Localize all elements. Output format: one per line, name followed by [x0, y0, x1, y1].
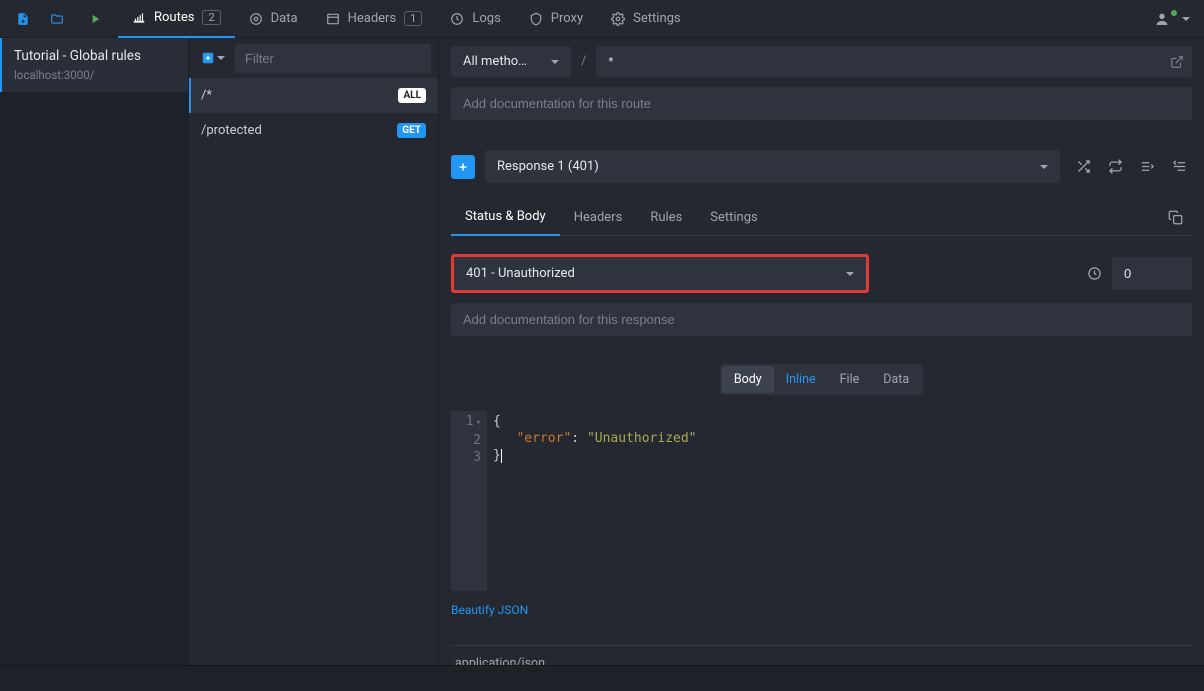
status-dot [1171, 10, 1177, 16]
subtab-settings[interactable]: Settings [696, 200, 771, 235]
add-route-button[interactable] [197, 49, 229, 67]
beautify-json-link[interactable]: Beautify JSON [451, 603, 1192, 617]
chevron-down-icon [1040, 165, 1048, 169]
tab-settings-label: Settings [633, 11, 680, 26]
play-icon[interactable] [80, 4, 110, 34]
route-doc-input[interactable] [451, 87, 1192, 120]
env-title: Tutorial - Global rules [14, 48, 174, 64]
routes-icon [132, 11, 146, 25]
tab-headers-badge: 1 [404, 11, 422, 26]
route-path: /protected [201, 123, 262, 138]
response-select[interactable]: Response 1 (401) [485, 150, 1060, 183]
external-link-icon[interactable] [1170, 55, 1184, 69]
open-folder-icon[interactable] [42, 4, 72, 34]
fallback-icon[interactable] [1166, 154, 1192, 180]
tab-proxy[interactable]: Proxy [515, 0, 597, 38]
status-value: 401 - Unauthorized [466, 266, 575, 281]
path-input[interactable] [604, 46, 1170, 77]
routes-column: /* ALL /protected GET [189, 38, 439, 665]
tab-data-label: Data [271, 11, 298, 26]
subtab-status[interactable]: Status & Body [451, 199, 560, 236]
status-select[interactable]: 401 - Unauthorized [451, 254, 869, 293]
tab-routes-badge: 2 [202, 10, 220, 25]
method-select[interactable]: All metho… [451, 46, 571, 77]
bodytab-inline[interactable]: Inline [774, 366, 828, 393]
user-menu[interactable] [1148, 11, 1196, 27]
tab-data[interactable]: Data [235, 0, 312, 38]
env-host: localhost:3000/ [14, 68, 174, 82]
filter-input[interactable] [235, 44, 431, 73]
sequential-icon[interactable] [1134, 154, 1160, 180]
method-value: All metho… [463, 54, 527, 69]
editor-code[interactable]: { "error": "Unauthorized" } [487, 411, 703, 591]
tab-headers-label: Headers [348, 11, 397, 26]
method-badge: ALL [398, 88, 426, 103]
add-response-button[interactable] [451, 155, 475, 179]
route-item[interactable]: /* ALL [189, 78, 438, 113]
response-doc-input[interactable] [451, 303, 1192, 336]
editor-gutter: 1▾ 2 3 [451, 411, 487, 591]
chevron-down-icon [846, 272, 854, 276]
route-path: /* [201, 88, 212, 103]
method-badge: GET [397, 123, 426, 138]
chevron-down-icon [551, 60, 559, 64]
status-bar [0, 665, 1204, 691]
tab-proxy-label: Proxy [551, 11, 583, 26]
chevron-down-icon [1182, 17, 1190, 21]
logs-icon [450, 12, 464, 26]
latency-input[interactable] [1112, 257, 1192, 290]
bodytab-data[interactable]: Data [871, 366, 921, 393]
response-value: Response 1 (401) [497, 159, 599, 174]
repeat-icon[interactable] [1102, 154, 1128, 180]
copy-icon[interactable] [1162, 204, 1188, 230]
route-detail: All metho… / Response 1 (401) [439, 38, 1204, 665]
clock-icon [1087, 266, 1102, 281]
toolbar: Routes 2 Data Headers 1 Logs Proxy [0, 0, 1204, 38]
new-file-icon[interactable] [8, 4, 38, 34]
bodytab-body[interactable]: Body [722, 366, 774, 393]
code-editor[interactable]: 1▾ 2 3 { "error": "Unauthorized" } [451, 411, 1192, 591]
environments-sidebar: Tutorial - Global rules localhost:3000/ [0, 38, 189, 665]
path-separator: / [581, 54, 586, 69]
user-icon [1154, 11, 1170, 27]
bodytab-file[interactable]: File [828, 366, 872, 393]
proxy-icon [529, 12, 543, 26]
tab-logs-label: Logs [472, 11, 500, 26]
shuffle-icon[interactable] [1070, 154, 1096, 180]
body-mode-tabs: Body Inline File Data [720, 364, 923, 395]
tab-settings[interactable]: Settings [597, 0, 694, 38]
tab-headers[interactable]: Headers 1 [312, 0, 437, 38]
headers-icon [326, 12, 340, 26]
data-icon [249, 12, 263, 26]
tab-routes-label: Routes [154, 10, 194, 25]
subtab-headers[interactable]: Headers [560, 200, 637, 235]
sidebar-env-item[interactable]: Tutorial - Global rules localhost:3000/ [0, 38, 188, 92]
route-item[interactable]: /protected GET [189, 113, 438, 148]
subtab-rules[interactable]: Rules [636, 200, 696, 235]
chevron-down-icon [217, 56, 225, 60]
settings-icon [611, 12, 625, 26]
tab-logs[interactable]: Logs [436, 0, 514, 38]
tab-routes[interactable]: Routes 2 [118, 0, 235, 38]
